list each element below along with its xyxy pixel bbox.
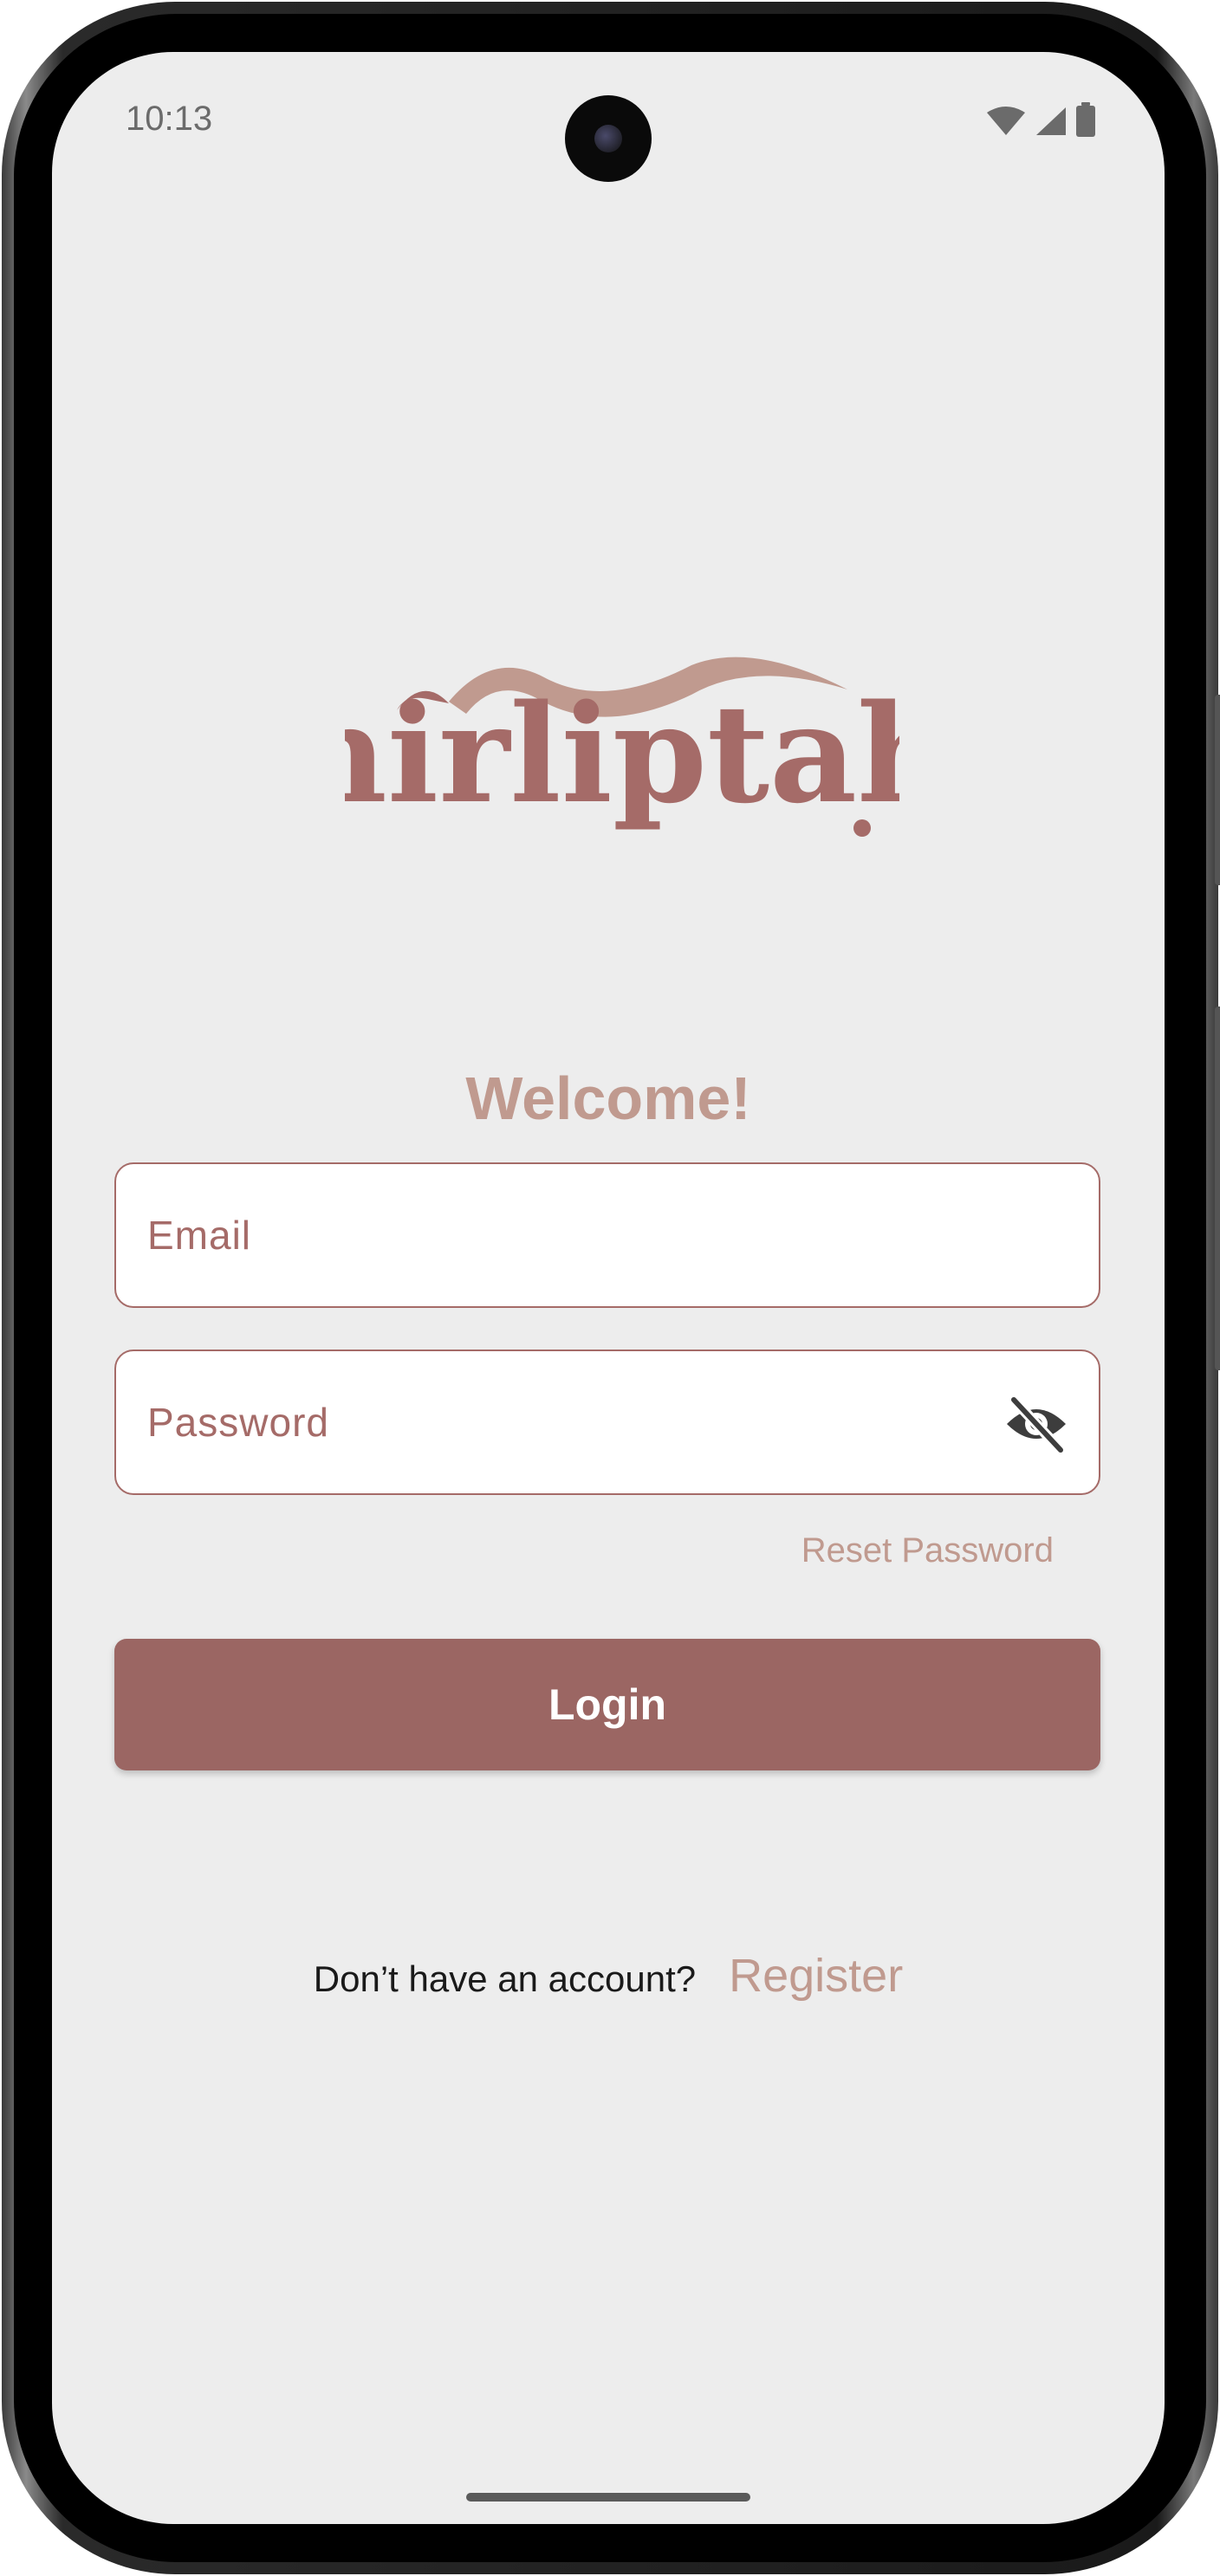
logo-text: nirliptah xyxy=(345,675,899,833)
nirliptah-logo: nirliptah xyxy=(345,657,899,837)
home-indicator[interactable] xyxy=(466,2493,750,2502)
password-input[interactable] xyxy=(116,1351,1099,1493)
status-icons xyxy=(986,102,1095,137)
password-field[interactable] xyxy=(114,1349,1100,1495)
power-button xyxy=(1215,695,1220,885)
email-field[interactable] xyxy=(114,1162,1100,1308)
register-row: Don’t have an account? Register xyxy=(52,1949,1165,2003)
cellular-signal-icon xyxy=(1036,107,1066,135)
reset-password-link[interactable]: Reset Password xyxy=(801,1531,1054,1570)
status-bar: 10:13 xyxy=(52,52,1165,191)
email-input[interactable] xyxy=(116,1164,1099,1306)
register-link[interactable]: Register xyxy=(729,1949,903,2003)
app-screen: 10:13 nirliptah Welcome! xyxy=(52,52,1165,2524)
front-camera xyxy=(565,95,652,182)
eye-off-icon[interactable] xyxy=(1002,1389,1071,1459)
status-time: 10:13 xyxy=(126,100,213,138)
volume-button xyxy=(1215,1006,1220,1370)
login-button[interactable]: Login xyxy=(114,1639,1100,1770)
wifi-icon xyxy=(987,107,1025,135)
battery-icon xyxy=(1076,102,1095,137)
register-prompt: Don’t have an account? xyxy=(313,1958,697,1999)
welcome-heading: Welcome! xyxy=(465,1065,751,1132)
